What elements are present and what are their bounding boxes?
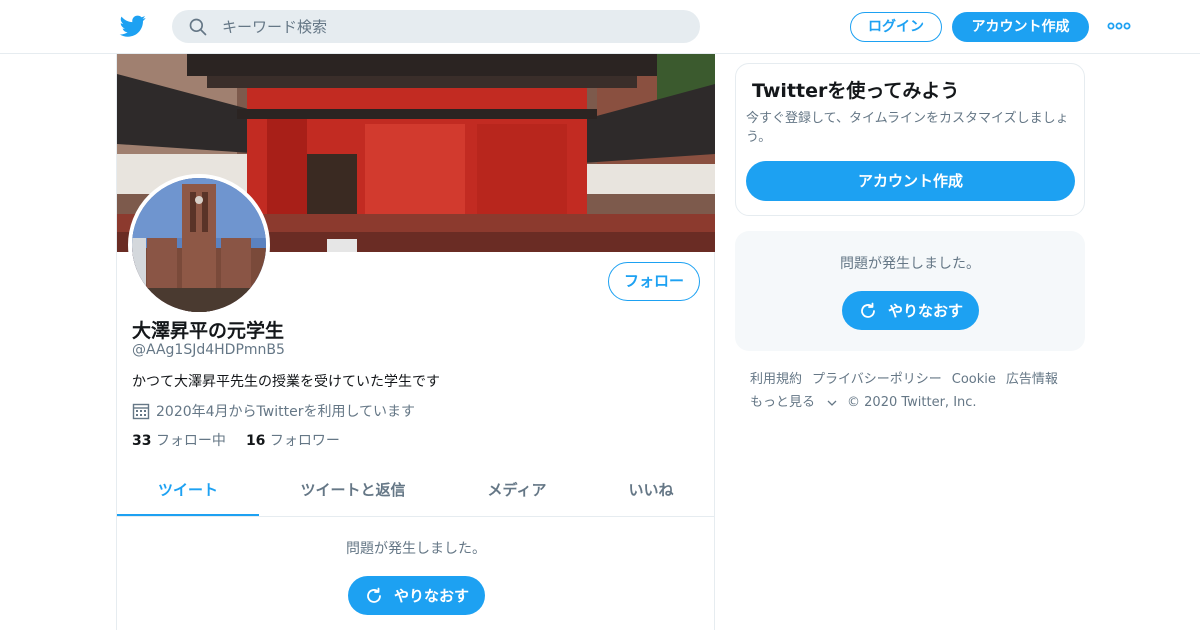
profile-bio: かつて大澤昇平先生の授業を受けていた学生です bbox=[132, 374, 440, 390]
calendar-icon bbox=[132, 403, 150, 420]
profile-follow-counts: 33 フォロー中 16 フォロワー bbox=[132, 430, 340, 450]
sidebar-retry-label: やりなおす bbox=[887, 302, 963, 320]
followers-count: 16 bbox=[245, 433, 266, 449]
tab-tweets-and-replies[interactable]: ツイートと返信 bbox=[259, 464, 447, 516]
joined-date-text: 2020年4月からTwitterを利用しています bbox=[156, 404, 416, 420]
signup-card-description: 今すぐ登録して、タイムラインをカスタマイズしましょう。 bbox=[746, 111, 1069, 145]
following-link[interactable]: 33 フォロー中 bbox=[132, 433, 226, 449]
footer-link-cookie[interactable]: Cookie bbox=[952, 372, 996, 387]
profile-avatar[interactable] bbox=[128, 174, 270, 316]
search-icon bbox=[189, 18, 207, 36]
login-button[interactable]: ログイン bbox=[850, 12, 942, 42]
timeline-retry-button[interactable]: やりなおす bbox=[348, 576, 485, 615]
timeline-retry-label: やりなおす bbox=[393, 587, 469, 605]
sidebar-footer: 利用規約 プライバシーポリシー Cookie 広告情報 もっと見る © 2020 Twi… bbox=[750, 368, 1080, 414]
sidebar-error-card: 問題が発生しました。 やりなおす bbox=[735, 231, 1085, 351]
tab-tweets[interactable]: ツイート bbox=[117, 464, 259, 516]
footer-more-label: もっと見る bbox=[750, 395, 816, 410]
more-dots-icon[interactable] bbox=[1107, 20, 1131, 32]
profile-name: 大澤昇平の元学生 bbox=[132, 320, 285, 342]
profile-tabs: ツイート ツイートと返信 メディア いいね bbox=[117, 464, 715, 517]
following-label: フォロー中 bbox=[155, 433, 226, 449]
profile-handle[interactable]: @AAg1SJd4HDPmnB5 bbox=[132, 342, 285, 358]
search-input[interactable] bbox=[222, 10, 682, 43]
footer-link-privacy[interactable]: プライバシーポリシー bbox=[812, 372, 942, 387]
footer-more-button[interactable]: もっと見る bbox=[750, 395, 837, 410]
follow-button[interactable]: フォロー bbox=[608, 262, 700, 301]
following-count: 33 bbox=[132, 433, 152, 449]
sidebar-retry-button[interactable]: やりなおす bbox=[842, 291, 979, 330]
signup-card: Twitterを使ってみよう 今すぐ登録して、タイムラインをカスタマイズしましょ… bbox=[735, 63, 1085, 216]
footer-link-terms[interactable]: 利用規約 bbox=[750, 372, 802, 387]
footer-link-ads[interactable]: 広告情報 bbox=[1006, 372, 1058, 387]
tab-likes[interactable]: いいね bbox=[587, 464, 715, 516]
refresh-icon bbox=[861, 302, 875, 318]
top-navigation-bar: ログイン アカウント作成 bbox=[0, 0, 1200, 54]
followers-label: フォロワー bbox=[269, 433, 340, 449]
refresh-icon bbox=[367, 587, 381, 603]
followers-link[interactable]: 16 フォロワー bbox=[246, 433, 340, 449]
footer-copyright: © 2020 Twitter, Inc. bbox=[847, 395, 977, 410]
signup-card-button[interactable]: アカウント作成 bbox=[746, 161, 1075, 201]
sidebar-error-message: 問題が発生しました。 bbox=[840, 256, 980, 272]
chevron-down-icon bbox=[827, 400, 837, 406]
twitter-bird-icon[interactable] bbox=[119, 13, 147, 39]
timeline-error-message: 問題が発生しました。 bbox=[346, 541, 486, 557]
profile-column: フォロー 大澤昇平の元学生 @AAg1SJd4HDPmnB5 かつて大澤昇平先生… bbox=[116, 54, 715, 630]
tab-media[interactable]: メディア bbox=[447, 464, 587, 516]
signup-card-title: Twitterを使ってみよう bbox=[752, 80, 960, 102]
search-bar[interactable] bbox=[172, 10, 700, 43]
signup-button[interactable]: アカウント作成 bbox=[952, 12, 1089, 42]
profile-joined-date: 2020年4月からTwitterを利用しています bbox=[132, 401, 415, 421]
